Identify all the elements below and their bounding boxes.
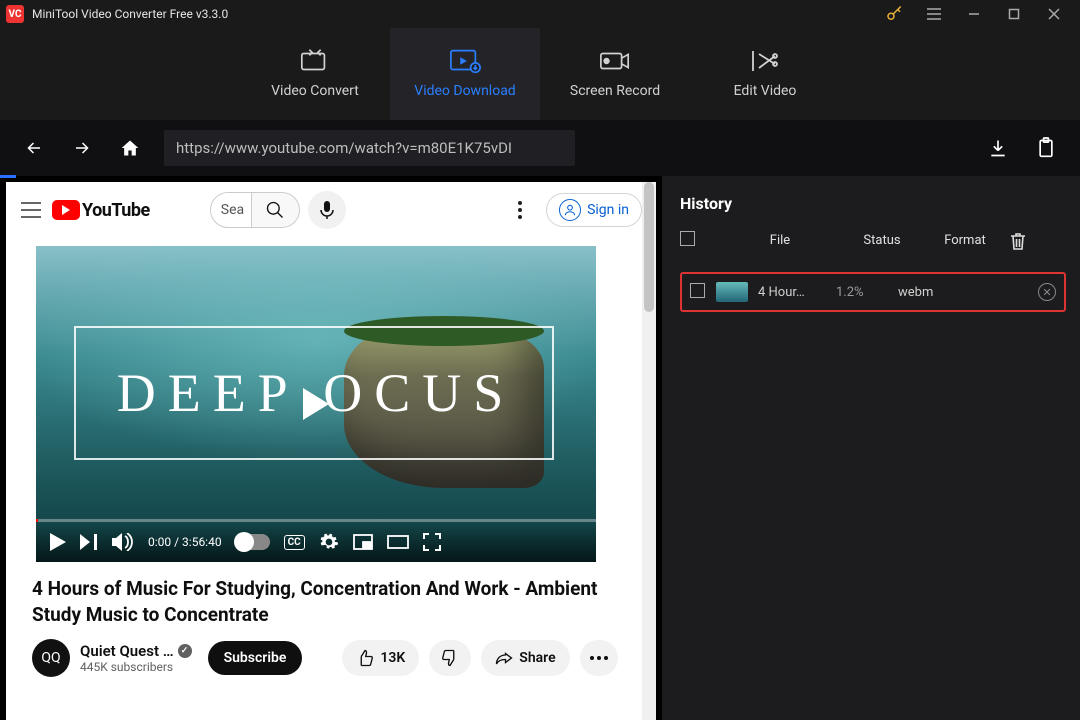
tab-label: Video Download [414,83,515,99]
row-format: webm [898,285,982,300]
select-all-checkbox[interactable] [680,231,695,246]
play-overlay-icon[interactable] [284,372,348,436]
license-key-icon[interactable] [874,0,914,28]
signin-label: Sign in [587,202,629,218]
share-label: Share [519,650,555,666]
time-display: 0:00 / 3:56:40 [148,535,222,549]
settings-gear-icon[interactable] [319,532,339,552]
row-status: 1.2% [836,285,898,300]
tab-video-convert[interactable]: Video Convert [240,28,390,120]
next-button[interactable] [80,534,98,550]
row-cancel-button[interactable]: ✕ [1038,283,1056,301]
col-status-header: Status [844,233,920,248]
row-file-name: 4 Hour… [758,285,836,300]
verified-badge-icon: ✓ [178,644,192,658]
scrollbar[interactable] [642,182,656,720]
window-maximize-button[interactable] [994,0,1034,28]
app-logo: VC [6,5,24,23]
url-input[interactable]: https://www.youtube.com/watch?v=m80E1K75… [164,130,575,166]
record-icon [599,49,631,73]
history-row[interactable]: 4 Hour… 1.2% webm ✕ [680,272,1066,312]
youtube-header: YouTube Sea [6,182,656,238]
autoplay-toggle[interactable] [236,534,270,550]
col-format-header: Format [920,233,1010,248]
youtube-voice-search-button[interactable] [308,191,346,229]
tab-label: Video Convert [271,83,359,99]
history-title: History [680,194,1066,213]
tab-label: Edit Video [734,83,797,99]
top-tabs: Video Convert Video Download Screen Reco… [0,28,1080,120]
window-close-button[interactable] [1034,0,1074,28]
share-button[interactable]: Share [481,640,569,676]
convert-icon [299,49,331,73]
tab-label: Screen Record [570,83,660,99]
tab-video-download[interactable]: Video Download [390,28,540,120]
row-checkbox[interactable] [690,283,705,298]
subscriber-count: 445K subscribers [80,660,192,674]
nav-back-button[interactable] [14,130,54,166]
history-panel: History File Status Format 4 Hour… 1.2% … [662,176,1080,720]
video-player[interactable]: DEEP OCUS 0:00 / 3:56:40 CC [36,246,596,562]
tab-screen-record[interactable]: Screen Record [540,28,690,120]
title-bar: VC MiniTool Video Converter Free v3.3.0 [0,0,1080,28]
like-count: 13K [380,650,405,666]
youtube-play-icon [52,200,80,220]
video-title: 4 Hours of Music For Studying, Concentra… [32,576,602,627]
channel-avatar[interactable]: QQ [32,639,70,677]
tab-edit-video[interactable]: Edit Video [690,28,840,120]
youtube-signin-button[interactable]: Sign in [546,193,642,227]
clipboard-button[interactable] [1026,130,1066,166]
row-thumbnail [716,282,748,302]
main-split: YouTube Sea [0,176,1080,720]
player-controls: 0:00 / 3:56:40 CC [36,522,596,562]
channel-row: QQ Quiet Quest … ✓ 445K subscribers Subs… [32,639,622,677]
nav-forward-button[interactable] [62,130,102,166]
edit-icon [749,49,781,73]
channel-name[interactable]: Quiet Quest … ✓ [80,642,192,660]
youtube-search-button[interactable] [252,192,300,228]
youtube-search-input[interactable]: Sea [210,192,252,228]
delete-all-button[interactable] [1010,232,1058,250]
app-title: MiniTool Video Converter Free v3.3.0 [32,7,228,21]
url-bar-row: https://www.youtube.com/watch?v=m80E1K75… [0,120,1080,176]
youtube-brand-text: YouTube [82,200,150,221]
cc-button[interactable]: CC [284,535,305,550]
download-button[interactable] [978,130,1018,166]
user-icon [559,199,581,221]
youtube-more-icon[interactable] [518,201,522,219]
browser-page: YouTube Sea [6,182,656,720]
youtube-hamburger-icon[interactable] [20,201,42,219]
nav-home-button[interactable] [110,130,150,166]
youtube-logo[interactable]: YouTube [52,200,150,221]
download-icon [449,49,481,73]
embedded-browser: YouTube Sea [0,176,662,720]
col-file-header: File [716,233,844,248]
fullscreen-icon[interactable] [423,533,441,551]
theater-icon[interactable] [387,535,409,549]
more-actions-button[interactable] [580,640,618,676]
like-button[interactable]: 13K [342,640,419,676]
history-header-row: File Status Format [680,231,1066,260]
subscribe-button[interactable]: Subscribe [208,641,303,675]
hamburger-menu-icon[interactable] [914,0,954,28]
volume-button[interactable] [112,533,134,551]
close-icon: ✕ [1038,283,1056,301]
dislike-button[interactable] [429,640,471,676]
miniplayer-icon[interactable] [353,534,373,550]
play-button[interactable] [50,533,66,551]
window-minimize-button[interactable] [954,0,994,28]
